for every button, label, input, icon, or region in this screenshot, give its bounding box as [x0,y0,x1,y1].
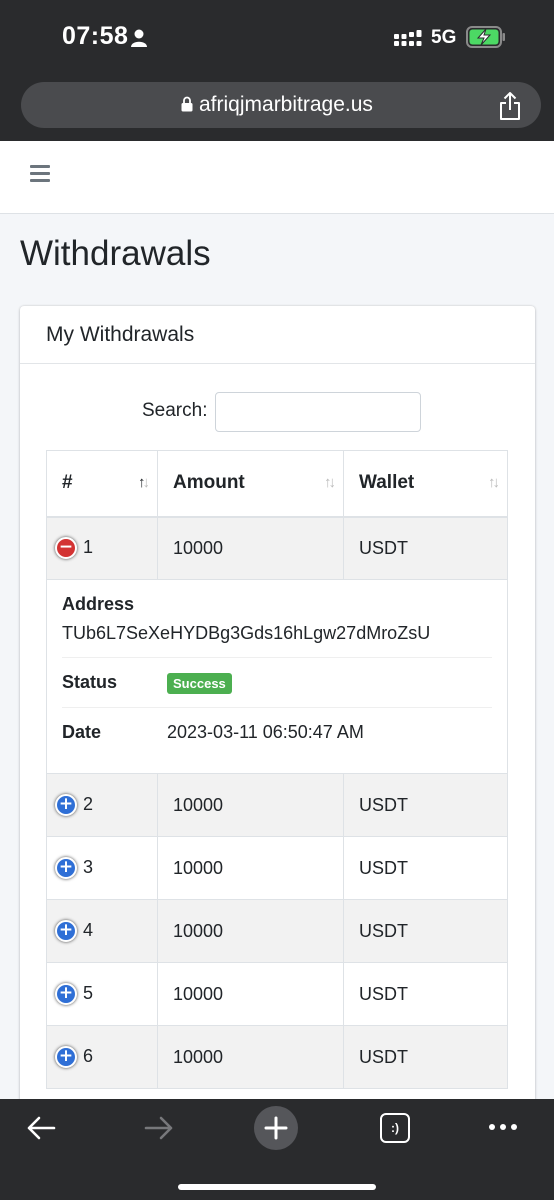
sort-icon: ↑↓ [324,474,336,491]
detail-address-value: TUb6L7SeXeHYDBg3Gds16hLgw27dMroZsU [62,623,431,643]
withdrawals-card: My Withdrawals Search: # ↑↓ Amount ↑↓ Wa… [20,306,535,1106]
detail-address-label: Address [62,594,135,614]
back-arrow-icon[interactable] [26,1115,56,1141]
column-header-wallet[interactable]: Wallet ↑↓ [343,450,508,518]
wallet-cell: USDT [343,773,508,837]
expand-icon[interactable]: + [55,857,77,880]
amount-cell: 10000 [157,962,344,1026]
wallet-cell: USDT [343,899,508,963]
new-tab-plus-icon[interactable] [254,1106,298,1150]
wallet-cell: USDT [343,836,508,900]
detail-status: Status Success [62,658,492,708]
browser-address-bar: afriqjmarbitrage.us [0,76,554,141]
site-navbar [0,141,554,214]
person-icon [131,29,147,47]
url-field[interactable]: afriqjmarbitrage.us [21,82,541,128]
tabs-icon[interactable]: :) [380,1113,410,1143]
detail-date: Date 2023-03-11 06:50:47 AM [62,708,492,773]
table-row: −1 10000 USDT [46,516,508,580]
battery-charging-icon [466,26,505,48]
lock-icon [181,96,193,112]
amount-cell: 10000 [157,773,344,837]
row-number-cell[interactable]: +6 [46,1025,158,1089]
row-number-cell[interactable]: −1 [46,516,158,580]
amount-cell: 10000 [157,836,344,900]
row-number-cell[interactable]: +5 [46,962,158,1026]
row-number-cell[interactable]: +2 [46,773,158,837]
status-bar: 07:58 5G [0,0,554,76]
home-indicator [178,1184,376,1190]
detail-status-label: Status [62,672,118,692]
page-title: Withdrawals [20,234,211,273]
status-time: 07:58 [62,22,129,50]
amount-cell: 10000 [157,1025,344,1089]
detail-date-label: Date [62,722,102,742]
table-row: +6 10000 USDT [46,1025,508,1089]
network-type: 5G [431,27,457,48]
share-icon[interactable] [497,91,523,121]
table-row: +3 10000 USDT [46,836,508,900]
table-row: +2 10000 USDT [46,773,508,837]
collapse-icon[interactable]: − [55,537,77,560]
amount-cell: 10000 [157,516,344,580]
withdrawals-table: # ↑↓ Amount ↑↓ Wallet ↑↓ −1 10000 USDT A… [46,450,508,1089]
column-header-number[interactable]: # ↑↓ [46,450,158,518]
detail-address: Address TUb6L7SeXeHYDBg3Gds16hLgw27dMroZ… [62,580,492,658]
row-number-cell[interactable]: +4 [46,899,158,963]
sort-icon: ↑↓ [138,474,150,491]
wallet-cell: USDT [343,1025,508,1089]
amount-cell: 10000 [157,899,344,963]
sort-icon: ↑↓ [488,474,500,491]
column-header-amount[interactable]: Amount ↑↓ [157,450,344,518]
status-badge: Success [167,673,232,694]
url-text: afriqjmarbitrage.us [199,93,373,116]
wallet-cell: USDT [343,516,508,580]
table-row: +5 10000 USDT [46,962,508,1026]
browser-toolbar: :) [0,1099,554,1200]
expand-icon[interactable]: + [55,920,77,943]
hamburger-menu-icon[interactable] [30,165,50,185]
row-number-cell[interactable]: +3 [46,836,158,900]
card-title: My Withdrawals [20,306,535,364]
expand-icon[interactable]: + [55,794,77,817]
wallet-cell: USDT [343,962,508,1026]
forward-arrow-icon[interactable] [144,1115,174,1141]
search-input[interactable] [215,392,421,432]
row-detail: Address TUb6L7SeXeHYDBg3Gds16hLgw27dMroZ… [46,579,508,774]
signal-icon [394,30,422,46]
expand-icon[interactable]: + [55,983,77,1006]
more-dots-icon[interactable] [488,1123,518,1131]
expand-icon[interactable]: + [55,1046,77,1069]
detail-date-value: 2023-03-11 06:50:47 AM [167,722,364,742]
search-label: Search: [142,400,208,421]
table-row: +4 10000 USDT [46,899,508,963]
